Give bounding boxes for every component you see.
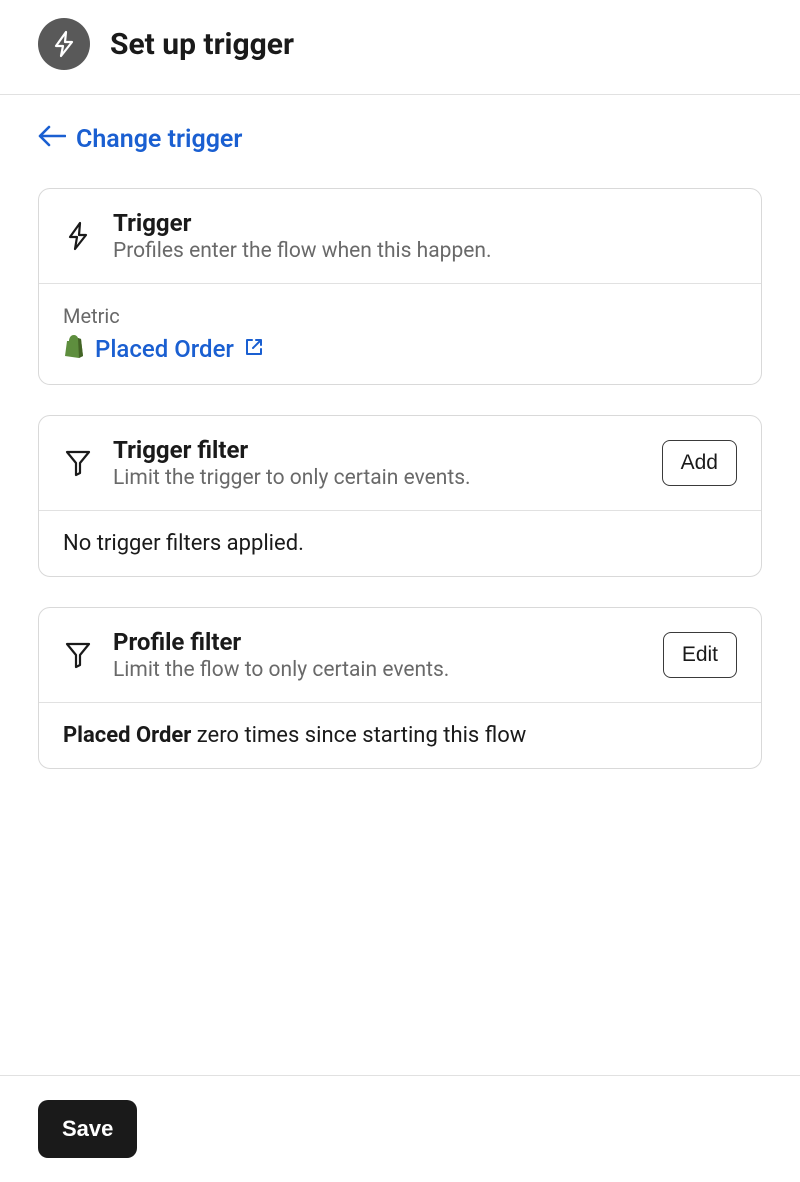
trigger-filter-card: Trigger filter Limit the trigger to only… <box>38 415 762 577</box>
trigger-filter-subtitle: Limit the trigger to only certain events… <box>113 466 642 490</box>
content-area: Change trigger Trigger Profiles enter th… <box>0 95 800 1075</box>
change-trigger-label: Change trigger <box>76 125 242 154</box>
trigger-filter-body-text: No trigger filters applied. <box>63 531 737 556</box>
shopify-icon <box>63 334 85 364</box>
filter-icon <box>63 449 93 477</box>
filter-icon <box>63 641 93 669</box>
trigger-card-title: Trigger <box>113 209 737 237</box>
trigger-filter-title: Trigger filter <box>113 436 642 464</box>
trigger-card-header: Trigger Profiles enter the flow when thi… <box>39 189 761 283</box>
lightning-icon <box>63 221 93 251</box>
page-title: Set up trigger <box>110 27 294 62</box>
trigger-card: Trigger Profiles enter the flow when thi… <box>38 188 762 385</box>
change-trigger-link[interactable]: Change trigger <box>38 125 762 154</box>
profile-filter-card: Profile filter Limit the flow to only ce… <box>38 607 762 769</box>
lightning-icon <box>38 18 90 70</box>
profile-filter-card-body: Placed Order zero times since starting t… <box>39 702 761 768</box>
metric-value: Placed Order <box>95 335 234 363</box>
arrow-left-icon <box>38 125 66 154</box>
page-header: Set up trigger <box>0 0 800 94</box>
save-button[interactable]: Save <box>38 1100 137 1158</box>
profile-filter-title: Profile filter <box>113 628 643 656</box>
profile-filter-body-bold: Placed Order <box>63 723 191 748</box>
footer: Save <box>0 1075 800 1182</box>
add-trigger-filter-button[interactable]: Add <box>662 440 737 486</box>
external-link-icon <box>244 335 264 363</box>
profile-filter-subtitle: Limit the flow to only certain events. <box>113 658 643 682</box>
trigger-card-subtitle: Profiles enter the flow when this happen… <box>113 239 737 263</box>
profile-filter-body-rest: zero times since starting this flow <box>191 723 526 748</box>
trigger-filter-card-header: Trigger filter Limit the trigger to only… <box>39 416 761 510</box>
trigger-filter-card-body: No trigger filters applied. <box>39 510 761 576</box>
profile-filter-card-header: Profile filter Limit the flow to only ce… <box>39 608 761 702</box>
profile-filter-body-text: Placed Order zero times since starting t… <box>63 723 737 748</box>
metric-link[interactable]: Placed Order <box>63 334 737 364</box>
edit-profile-filter-button[interactable]: Edit <box>663 632 737 678</box>
metric-label: Metric <box>63 304 737 328</box>
trigger-card-body: Metric Placed Order <box>39 283 761 384</box>
